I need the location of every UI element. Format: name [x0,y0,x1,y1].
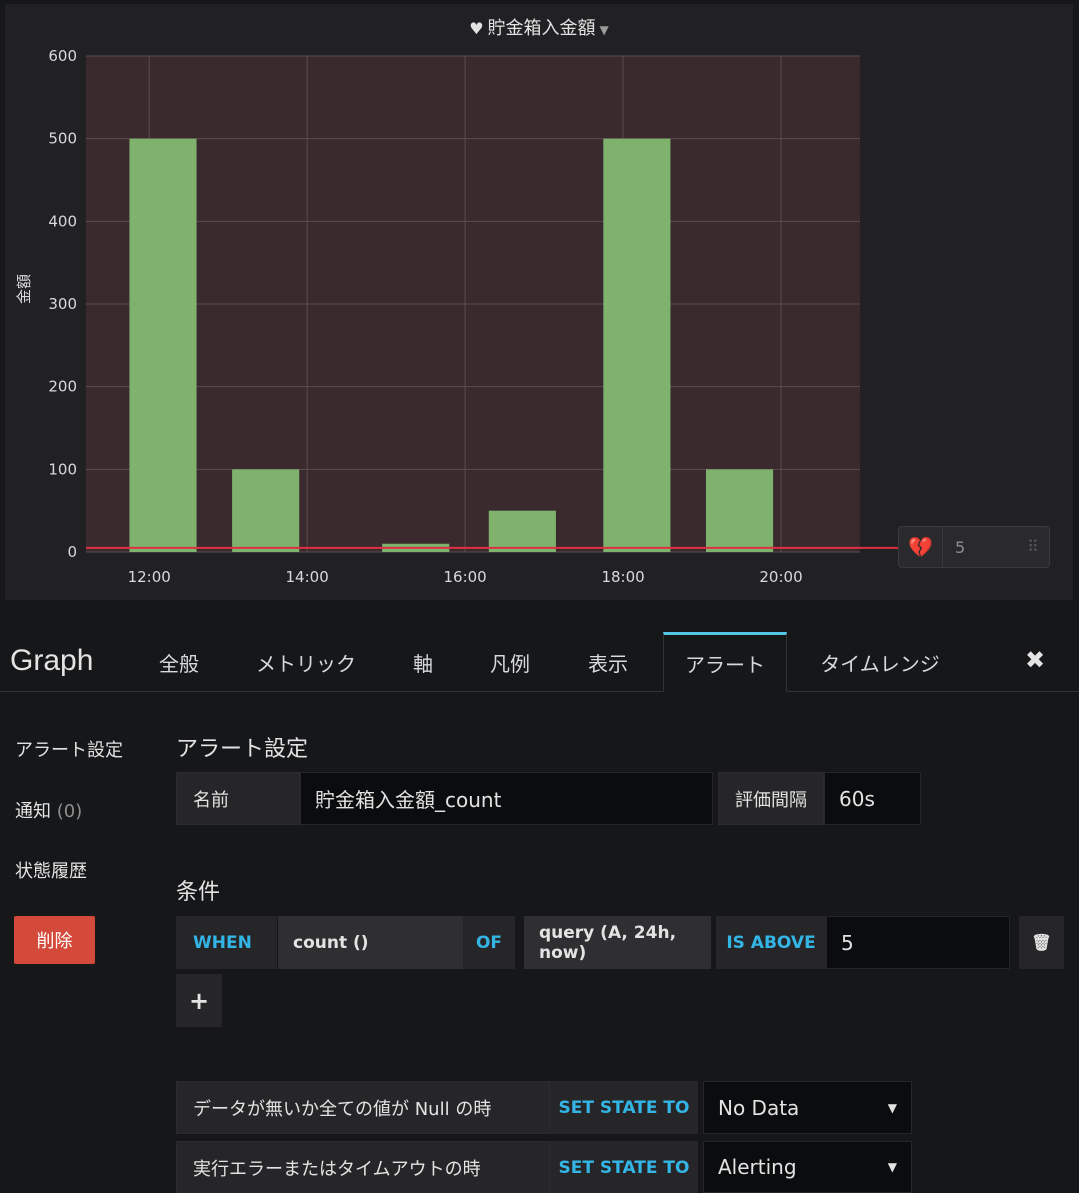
threshold-handle-value: 5 [955,537,966,557]
notifications-count: (0) [56,801,83,822]
tab-display[interactable]: 表示 [578,632,638,692]
tab-legend[interactable]: 凡例 [480,632,540,692]
y-tick-label: 600 [48,47,77,65]
nav-alert-settings[interactable]: アラート設定 [15,736,123,762]
heart-icon: ♥ [469,19,484,38]
threshold-handle[interactable]: 💔 5 ⠿ [898,526,1050,568]
panel-title[interactable]: ♥ 貯金箱入金額 ▼ [5,14,1073,40]
chevron-down-icon: ▼ [599,23,609,37]
tab-axes[interactable]: 軸 [404,632,442,692]
no-data-select-value: No Data [718,1095,800,1120]
exec-error-label: 実行エラーまたはタイムアウトの時 [176,1141,550,1193]
panel-title-text: 貯金箱入金額 [487,18,596,39]
no-data-set-state: SET STATE TO [550,1081,698,1134]
close-icon[interactable]: ✖ [1025,646,1045,674]
bar [488,510,556,552]
alert-settings-title: アラート設定 [176,737,309,762]
y-tick-label: 500 [48,130,77,148]
x-tick-label: 14:00 [286,568,329,586]
threshold-input[interactable]: 5 [826,916,1010,969]
drag-grip-icon[interactable]: ⠿ [1027,539,1049,555]
of-keyword: OF [463,916,515,969]
delete-button[interactable]: 削除 [14,916,95,964]
graph-panel: 0 100 200 300 400 500 600 12:00 14:00 16:00 18:00 2… [5,4,1073,600]
exec-error-set-state: SET STATE TO [550,1141,698,1193]
nav-notifications[interactable]: 通知 (0) [15,797,82,823]
caret-down-icon: ▼ [887,1100,897,1115]
y-tick-label: 200 [48,378,77,396]
bar [705,469,774,552]
x-tick-label: 16:00 [443,568,486,586]
tab-alert[interactable]: アラート [663,632,787,692]
editor-header: Graph 全般 メトリック 軸 凡例 表示 アラート タイムレンジ ✖ [0,632,1079,692]
nav-state-history[interactable]: 状態履歴 [15,857,87,883]
x-tick-label: 18:00 [601,568,644,586]
exec-error-select[interactable]: Alerting ▼ [703,1141,912,1193]
exec-error-select-value: Alerting [718,1155,797,1179]
name-label: 名前 [176,772,300,825]
x-tick-label: 20:00 [759,568,802,586]
y-tick-label: 400 [48,212,77,230]
evaluator-select[interactable]: IS ABOVE [716,916,826,969]
interval-label: 評価間隔 [718,772,824,825]
query-select[interactable]: query (A, 24h, now) [524,916,711,969]
trash-icon[interactable]: 🗑 [1019,916,1064,969]
no-data-select[interactable]: No Data ▼ [703,1081,912,1134]
conditions-title: 条件 [176,880,221,905]
caret-down-icon: ▼ [887,1160,897,1174]
no-data-label: データが無いか全ての値が Null の時 [176,1081,550,1134]
tab-general[interactable]: 全般 [150,632,208,692]
reducer-select[interactable]: count () [278,916,463,969]
y-tick-label: 100 [48,460,77,478]
when-keyword: WHEN [176,916,277,969]
bar [129,138,197,552]
broken-heart-icon: 💔 [899,527,943,567]
bar-chart: 0 100 200 300 400 500 600 12:00 14:00 16:00 18:00 2… [15,47,903,586]
tab-time-range[interactable]: タイムレンジ [810,632,950,692]
name-input[interactable]: 貯金箱入金額_count [300,772,713,825]
y-axis-label: 金額 [15,274,33,304]
x-tick-label: 12:00 [128,568,171,586]
y-tick-label: 300 [48,295,77,313]
nav-notifications-label: 通知 [15,801,51,822]
bar [232,469,300,552]
bar [603,138,671,552]
add-condition-button[interactable]: + [176,974,222,1027]
editor-title: Graph [10,644,94,677]
y-tick-label: 0 [67,543,77,561]
interval-input[interactable]: 60s [824,772,921,825]
tab-metrics[interactable]: メトリック [246,632,366,692]
